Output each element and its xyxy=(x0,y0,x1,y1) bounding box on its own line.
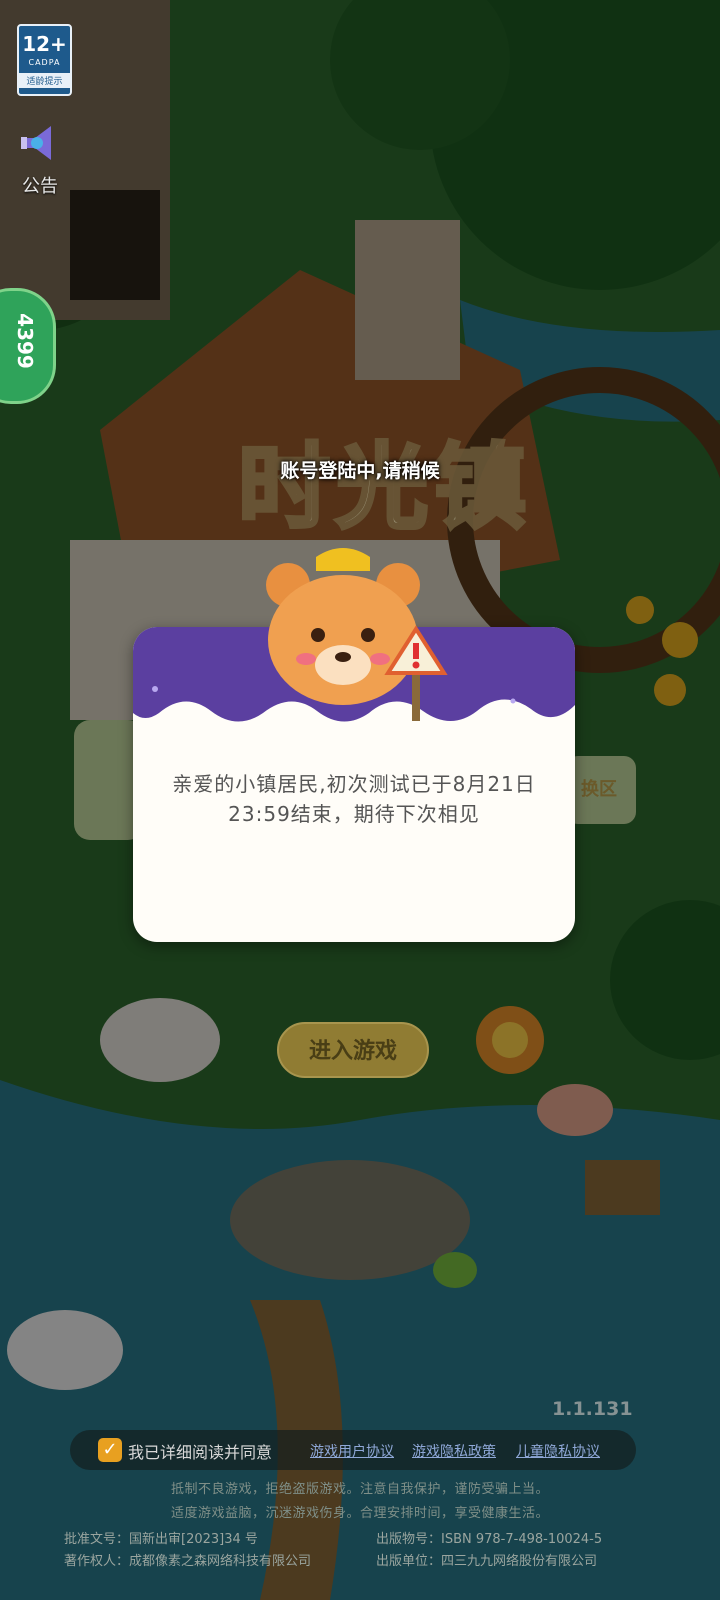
approval-number: 批准文号：国新出审[2023]34 号 xyxy=(64,1532,258,1547)
age-rating-badge: 12+ CADPA 适龄提示 xyxy=(17,24,72,96)
child-privacy-link[interactable]: 儿童隐私协议 xyxy=(516,1441,600,1461)
agreement-checkbox[interactable]: ✓ xyxy=(98,1438,122,1462)
side-floating-tab[interactable]: 4399 xyxy=(0,288,56,404)
health-notice-line1: 抵制不良游戏，拒绝盗版游戏。注意自我保护，谨防受骗上当。 xyxy=(170,1482,549,1497)
bear-mascot-icon xyxy=(266,548,448,721)
dialog-message: 亲爱的小镇居民,初次测试已于8月21日23:59结束，期待下次相见 xyxy=(172,772,536,826)
enter-game-button[interactable]: 进入游戏 xyxy=(277,1022,429,1078)
user-agreement-link[interactable]: 游戏用户协议 xyxy=(310,1441,394,1461)
copyright-holder: 著作权人：成都像素之森网络科技有限公司 xyxy=(64,1554,312,1569)
game-logo: 时光镇 xyxy=(236,432,532,543)
announcement-label: 公告 xyxy=(22,176,58,197)
age-rating-number: 12+ xyxy=(22,32,67,56)
age-rating-org: CADPA xyxy=(28,58,61,67)
login-status-text: 账号登陆中,请稍候 xyxy=(280,460,440,482)
side-tab-label: 4399 xyxy=(12,313,37,369)
announcement-button[interactable]: 公告 xyxy=(12,120,68,198)
publication-number: 出版物号：ISBN 978-7-498-10024-5 xyxy=(376,1532,603,1547)
health-notice-line2: 适度游戏益脑，沉迷游戏伤身。合理安排时间，享受健康生活。 xyxy=(170,1506,549,1521)
age-rating-tip: 适龄提示 xyxy=(19,73,70,88)
version-text: 1.1.131 xyxy=(552,1398,633,1420)
megaphone-icon xyxy=(21,126,51,160)
agreement-bar: ✓ 我已详细阅读并同意 游戏用户协议 游戏隐私政策 儿童隐私协议 xyxy=(70,1430,636,1470)
publisher: 出版单位：四三九九网络股份有限公司 xyxy=(376,1554,598,1569)
switch-server-label: 换区 xyxy=(581,779,617,800)
agreement-text: 我已详细阅读并同意 xyxy=(128,1443,273,1462)
switch-server-button[interactable]: 换区 xyxy=(566,756,636,824)
privacy-policy-link[interactable]: 游戏隐私政策 xyxy=(412,1441,496,1461)
